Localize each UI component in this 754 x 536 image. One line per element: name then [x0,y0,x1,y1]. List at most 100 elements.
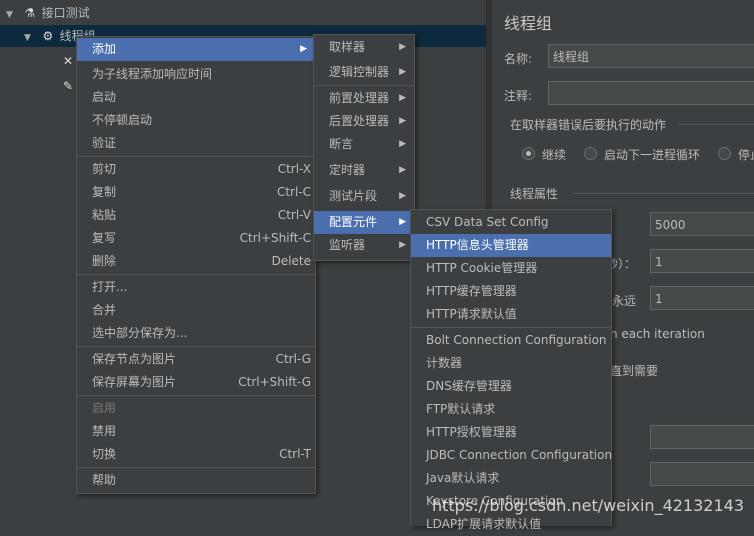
menu-item-merge[interactable]: 合并 [77,299,315,322]
menu-item-label: 计数器 [426,356,463,370]
menu-item-label: HTTP Cookie管理器 [426,261,538,275]
radio-next-loop[interactable] [584,147,597,160]
tree-node-child-1[interactable]: ✕ [60,50,76,72]
menu-item-toggle[interactable]: 切换 Ctrl-T [77,443,315,466]
menu-separator [77,467,315,468]
radio-continue[interactable] [522,147,535,160]
config-element-submenu: CSV Data Set Config HTTP信息头管理器 HTTP Cook… [410,209,613,531]
menu-item-shortcut: Ctrl-V [277,208,311,222]
submenu-item-assertion[interactable]: 断言 ▶ [314,133,414,156]
menu-item-disable[interactable]: 禁用 [77,420,315,443]
chevron-right-icon: ▶ [399,165,406,175]
config-item-dns-cache[interactable]: DNS缓存管理器 [411,375,611,398]
menu-item-label: 删除 [92,254,117,268]
menu-item-add[interactable]: 添加 ▶ [77,38,315,61]
config-item-java-defaults[interactable]: Java默认请求 [411,467,611,490]
group-border [678,124,754,125]
menu-item-paste[interactable]: 粘贴 Ctrl-V [77,204,315,227]
config-item-ftp-defaults[interactable]: FTP默认请求 [411,398,611,421]
menu-item-label: 前置处理器 [329,91,390,105]
menu-item-label: 合并 [92,303,117,317]
menu-separator [77,395,315,396]
collapse-icon[interactable]: ▼ [24,27,36,49]
submenu-item-config-element[interactable]: 配置元件 ▶ [314,211,414,234]
menu-item-label: 保存屏幕为图片 [92,375,177,389]
menu-item-start-no-pause[interactable]: 不停顿启动 [77,109,315,132]
menu-item-save-selection[interactable]: 选中部分保存为... [77,322,315,345]
config-item-http-auth-manager[interactable]: HTTP授权管理器 [411,421,611,444]
menu-item-open[interactable]: 打开... [77,276,315,299]
startup-delay-input[interactable] [650,462,754,486]
menu-item-add-response-time[interactable]: 为子线程添加响应时间 [77,63,315,86]
gear-icon: ⚙ [42,29,54,43]
loop-input[interactable]: 1 [650,286,754,310]
menu-item-label: 验证 [92,136,117,150]
menu-item-duplicate[interactable]: 复写 Ctrl+Shift-C [77,227,315,250]
menu-item-label: 保存节点为图片 [92,352,177,366]
submenu-item-preprocessor[interactable]: 前置处理器 ▶ [314,87,414,110]
submenu-item-listener[interactable]: 监听器 ▶ [314,234,414,257]
config-item-http-request-defaults[interactable]: HTTP请求默认值 [411,303,611,326]
radio-continue-label[interactable]: 继续 [542,146,566,163]
duration-input[interactable] [650,425,754,449]
menu-item-copy[interactable]: 复制 Ctrl-C [77,181,315,204]
menu-item-label: HTTP授权管理器 [426,425,517,439]
loop-label: 永远 [612,294,637,308]
collapse-icon[interactable]: ▼ [6,4,18,26]
ramp-input[interactable]: 1 [650,249,754,273]
submenu-item-sampler[interactable]: 取样器 ▶ [314,36,414,59]
menu-item-label: LDAP扩展请求默认值 [426,517,542,531]
menu-item-label: 切换 [92,447,117,461]
chevron-right-icon: ▶ [399,67,406,77]
menu-item-label: 定时器 [329,163,366,177]
tree-node-child-2[interactable]: ✎ [60,75,76,97]
menu-item-label: 测试片段 [329,189,378,203]
menu-item-cut[interactable]: 剪切 Ctrl-X [77,158,315,181]
threads-input[interactable]: 5000 [650,212,754,236]
menu-item-label: 添加 [92,42,117,56]
menu-item-label: JDBC Connection Configuration [426,448,613,462]
menu-item-label: 剪切 [92,162,117,176]
menu-item-delete[interactable]: 删除 Delete [77,250,315,273]
chevron-right-icon: ▶ [399,42,406,52]
menu-item-start[interactable]: 启动 [77,86,315,109]
menu-item-save-node-image[interactable]: 保存节点为图片 Ctrl-G [77,348,315,371]
watermark: https://blog.csdn.net/weixin_42132143 [431,496,744,515]
submenu-item-timer[interactable]: 定时器 ▶ [314,159,414,182]
comment-input[interactable] [548,81,754,105]
chevron-right-icon: ▶ [399,93,406,103]
menu-item-label: 监听器 [329,238,366,252]
menu-item-label: 复制 [92,185,117,199]
menu-item-label: 取样器 [329,40,366,54]
submenu-item-test-fragment[interactable]: 测试片段 ▶ [314,185,414,208]
menu-item-validate[interactable]: 验证 [77,132,315,155]
menu-item-label: 断言 [329,137,354,151]
submenu-item-logic-controller[interactable]: 逻辑控制器 ▶ [314,61,414,84]
menu-item-save-screen-image[interactable]: 保存屏幕为图片 Ctrl+Shift-G [77,371,315,394]
menu-item-label: 后置处理器 [329,114,390,128]
config-item-bolt[interactable]: Bolt Connection Configuration [411,329,611,352]
menu-item-label: 配置元件 [329,215,378,229]
config-item-http-header-manager[interactable]: HTTP信息头管理器 [411,234,611,257]
delay-label: 直到需要 [610,364,659,378]
menu-item-shortcut: Ctrl-X [277,162,311,176]
config-item-http-cookie-manager[interactable]: HTTP Cookie管理器 [411,257,611,280]
menu-item-help[interactable]: 帮助 [77,469,315,492]
menu-item-label: 选中部分保存为... [92,326,188,340]
chevron-right-icon: ▶ [399,116,406,126]
config-item-http-cache-manager[interactable]: HTTP缓存管理器 [411,280,611,303]
radio-stop-label[interactable]: 停止 [738,146,754,163]
name-input[interactable]: 线程组 [548,44,754,68]
config-item-csv[interactable]: CSV Data Set Config [411,211,611,234]
radio-stop[interactable] [718,147,731,160]
menu-item-label: 不停顿启动 [92,113,153,127]
radio-next-loop-label[interactable]: 启动下一进程循环 [604,146,700,163]
chevron-right-icon: ▶ [300,44,307,54]
menu-item-label: FTP默认请求 [426,402,496,416]
config-item-jdbc[interactable]: JDBC Connection Configuration [411,444,613,467]
submenu-item-postprocessor[interactable]: 后置处理器 ▶ [314,110,414,133]
config-item-counter[interactable]: 计数器 [411,352,611,375]
menu-separator [77,346,315,347]
tree-node-root[interactable]: ▼ ⚗ 接口测试 [6,2,90,24]
chevron-right-icon: ▶ [399,240,406,250]
